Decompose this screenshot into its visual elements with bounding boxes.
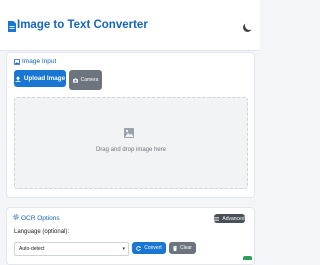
app-header: Image to Text Converter (0, 0, 260, 51)
image-input-title: Image Input (22, 58, 57, 65)
document-icon (8, 21, 16, 32)
camera-icon (72, 77, 78, 83)
moon-icon[interactable] (245, 21, 254, 30)
refresh-icon (136, 245, 141, 251)
dropzone-text: Drag and drop image here (95, 147, 167, 153)
advanced-button[interactable]: Advanced (214, 214, 245, 223)
language-select-value: Auto-detect (19, 246, 45, 252)
convert-label: Convert (144, 245, 162, 251)
language-select[interactable]: Auto-detect ▾ (14, 242, 129, 256)
advanced-label: Advanced (222, 215, 245, 222)
chevron-down-icon: ▾ (122, 246, 125, 252)
floating-action-tab[interactable] (243, 256, 252, 260)
app-title: Image to Text Converter (17, 19, 148, 31)
upload-image-button[interactable]: Upload Image (14, 70, 66, 87)
convert-button[interactable]: Convert (132, 242, 166, 254)
trash-icon (173, 245, 178, 251)
upload-image-label: Upload Image (23, 75, 66, 82)
dropzone[interactable] (14, 97, 248, 189)
image-placeholder-icon (124, 128, 134, 138)
ocr-options-title: OCR Options (21, 215, 60, 222)
sliders-icon (214, 216, 220, 221)
camera-button[interactable]: Camera (69, 70, 102, 90)
clear-button[interactable]: Clear (169, 242, 196, 254)
image-icon (14, 59, 20, 65)
language-label: Language (optional): (14, 229, 70, 235)
gear-icon (13, 214, 19, 220)
camera-label: Camera (80, 77, 99, 83)
upload-icon (15, 75, 21, 82)
clear-label: Clear (180, 245, 192, 251)
